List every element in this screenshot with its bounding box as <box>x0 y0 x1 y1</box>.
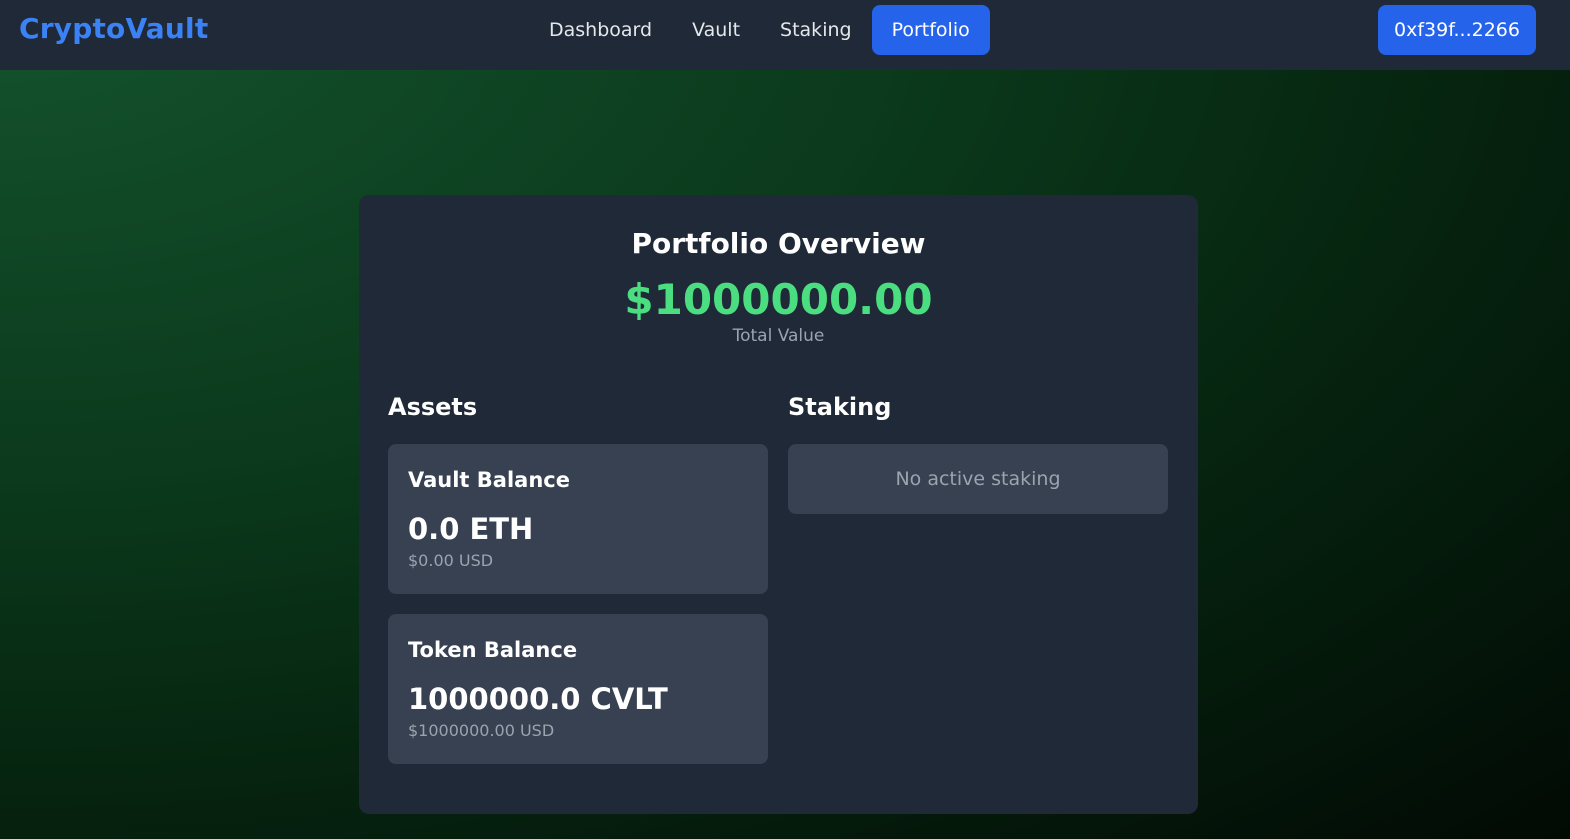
nav-links: Dashboard Vault Staking Portfolio <box>529 5 990 55</box>
top-navbar: CryptoVault Dashboard Vault Staking Port… <box>0 0 1570 70</box>
vault-balance-card: Vault Balance 0.0 ETH $0.00 USD <box>388 444 768 594</box>
staking-heading: Staking <box>788 393 892 421</box>
asset-usd-value: $0.00 USD <box>408 551 494 570</box>
asset-name: Vault Balance <box>408 468 570 492</box>
asset-amount: 0.0 ETH <box>408 512 534 546</box>
portfolio-card: Portfolio Overview $1000000.00 Total Val… <box>359 195 1198 814</box>
page-title: Portfolio Overview <box>631 227 926 260</box>
asset-usd-value: $1000000.00 USD <box>408 721 555 740</box>
total-value-label: Total Value <box>732 326 825 346</box>
token-balance-card: Token Balance 1000000.0 CVLT $1000000.00… <box>388 614 768 764</box>
total-value-amount: $1000000.00 <box>624 275 933 324</box>
nav-link-staking[interactable]: Staking <box>760 5 872 55</box>
asset-name: Token Balance <box>408 638 578 662</box>
wallet-address-button[interactable]: 0xf39f...2266 <box>1378 5 1536 55</box>
assets-heading: Assets <box>388 393 478 421</box>
staking-empty-state: No active staking <box>788 444 1168 514</box>
nav-link-vault[interactable]: Vault <box>672 5 760 55</box>
asset-amount: 1000000.0 CVLT <box>408 682 668 716</box>
brand-logo[interactable]: CryptoVault <box>19 12 208 45</box>
nav-link-portfolio[interactable]: Portfolio <box>871 5 990 55</box>
nav-link-dashboard[interactable]: Dashboard <box>529 5 672 55</box>
